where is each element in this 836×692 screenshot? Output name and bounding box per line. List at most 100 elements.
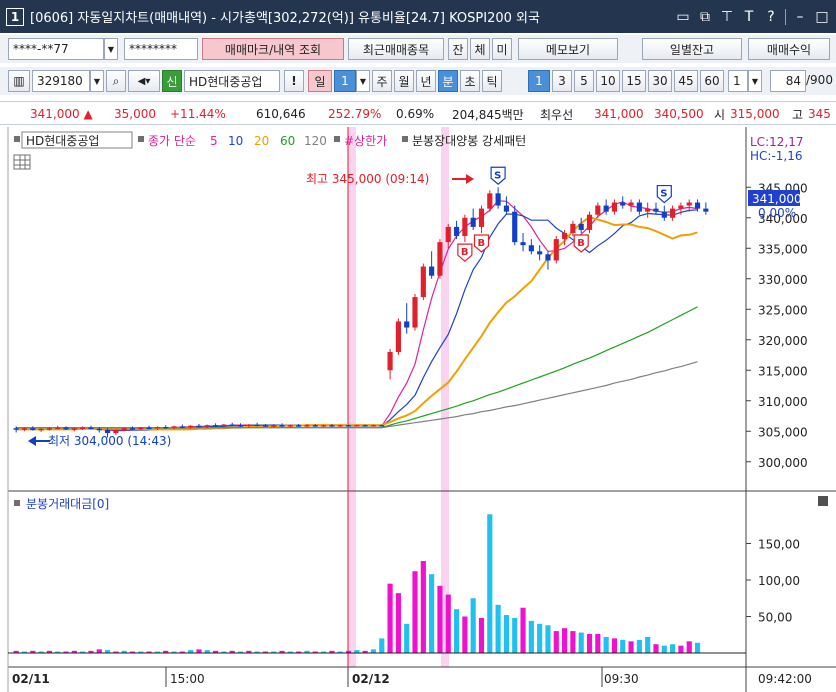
candle-body xyxy=(645,208,651,212)
account-dropdown[interactable]: ▼ xyxy=(104,38,118,60)
copy-icon[interactable]: ⧉ xyxy=(697,9,713,25)
count-field[interactable]: 1 xyxy=(728,70,748,92)
legend-stock-name: HD현대중공업 xyxy=(26,134,99,148)
period-day-button[interactable]: 일 xyxy=(308,70,332,92)
x-label-0930: 09:30 xyxy=(604,672,639,686)
period-year-button[interactable]: 년 xyxy=(416,70,436,92)
stock-code-field[interactable]: 329180 xyxy=(32,70,90,92)
candle-body xyxy=(196,425,202,428)
legend-ma-5: 5 xyxy=(210,134,218,148)
interval-3-button[interactable]: 3 xyxy=(552,70,572,92)
help-icon[interactable]: ? xyxy=(763,9,779,25)
price-change-percent: +11.44% xyxy=(170,107,226,121)
candle-body xyxy=(179,426,185,428)
minimize-icon[interactable]: – xyxy=(792,9,808,25)
interval-30-button[interactable]: 30 xyxy=(648,70,672,92)
window-number-badge[interactable]: 1 xyxy=(6,7,24,26)
interval-15-button[interactable]: 15 xyxy=(622,70,646,92)
text-icon[interactable]: T xyxy=(741,9,757,25)
stock-name-field: HD현대중공업 xyxy=(184,70,280,92)
interval-60-button[interactable]: 60 xyxy=(700,70,724,92)
layout-icon[interactable]: ▥ xyxy=(8,70,30,92)
volume-bar xyxy=(462,616,468,653)
volume-bar xyxy=(628,641,634,653)
balance-button[interactable]: 잔 xyxy=(448,38,468,60)
window-icon[interactable]: ▭ xyxy=(675,9,691,25)
stock-code-dropdown[interactable]: ▼ xyxy=(90,70,104,92)
interval-10-button[interactable]: 10 xyxy=(596,70,620,92)
chart-toolbar: ▥ 329180 ▼ ⌕ ◀▾ 신 HD현대중공업 ! 일 1 ▼ 주 월 년 … xyxy=(0,67,836,95)
interval-45-button[interactable]: 45 xyxy=(674,70,698,92)
maximize-icon[interactable]: □ xyxy=(814,9,830,25)
period-tick-button[interactable]: 틱 xyxy=(482,70,502,92)
page-field[interactable]: 84 xyxy=(770,70,806,92)
candle-body xyxy=(462,217,468,237)
alert-button[interactable]: ! xyxy=(284,70,304,92)
volume-bar xyxy=(645,636,651,653)
price-tick-label: 300,000 xyxy=(758,456,808,470)
candle-body xyxy=(362,425,368,427)
candle-body xyxy=(237,425,244,427)
count-dropdown[interactable]: ▼ xyxy=(748,70,762,92)
price-tick-label: 310,000 xyxy=(758,395,808,409)
period-value-dropdown[interactable]: ▼ xyxy=(356,70,370,92)
legend-limit-up: #상한가 xyxy=(344,134,387,148)
period-week-button[interactable]: 주 xyxy=(372,70,392,92)
candle-body xyxy=(171,426,177,428)
candle-body xyxy=(478,208,485,227)
candle-body xyxy=(437,242,443,276)
period-month-button[interactable]: 월 xyxy=(394,70,414,92)
candle-body xyxy=(21,428,28,430)
candle-body xyxy=(121,428,127,431)
volume-bar xyxy=(387,583,393,653)
trade-marker-label: B xyxy=(461,247,469,258)
legend-ma-10: 10 xyxy=(228,134,243,148)
new-listing-badge[interactable]: 신 xyxy=(162,70,182,92)
candle-body xyxy=(304,425,310,427)
volume-bar xyxy=(395,593,401,653)
candle-body xyxy=(487,193,493,209)
password-field[interactable]: ******** xyxy=(124,38,198,60)
speaker-icon[interactable]: ◀▾ xyxy=(128,70,160,92)
trade-profit-button[interactable]: 매매수익 xyxy=(748,38,830,60)
chart-canvas[interactable]: HD현대중공업 종가 단순 5 10 20 60 120 #상한가 분봉장대양봉… xyxy=(0,127,836,692)
high-label: 고 xyxy=(792,107,804,122)
candle-body xyxy=(113,430,119,434)
interval-5-button[interactable]: 5 xyxy=(574,70,594,92)
volume-bar xyxy=(603,636,609,653)
candle-body xyxy=(603,205,609,212)
memo-view-button[interactable]: 메모보기 xyxy=(518,38,618,60)
daily-balance-button[interactable]: 일별잔고 xyxy=(642,38,742,60)
candle-body xyxy=(46,428,52,430)
period-second-button[interactable]: 초 xyxy=(460,70,480,92)
volume-value: 610,646 xyxy=(256,107,306,121)
executed-button[interactable]: 체 xyxy=(470,38,490,60)
volume-bar xyxy=(620,639,626,653)
recent-trade-stocks-button[interactable]: 최근매매종목 xyxy=(348,38,444,60)
interval-1-button[interactable]: 1 xyxy=(528,70,550,92)
unexecuted-button[interactable]: 미 xyxy=(492,38,512,60)
candle-body xyxy=(470,217,476,227)
candle-body xyxy=(229,424,235,427)
candle-body xyxy=(138,427,144,430)
volume-ratio: 252.79% xyxy=(328,107,382,121)
search-icon[interactable]: ⌕ xyxy=(106,70,126,92)
candle-body xyxy=(329,425,335,427)
account-field[interactable]: ****-**77 xyxy=(8,38,104,60)
turnover-rate: 0.69% xyxy=(396,107,435,121)
candle-body xyxy=(528,245,534,252)
price-tick-label: 320,000 xyxy=(758,334,808,348)
trade-marker-label: S xyxy=(494,170,501,181)
table-icon[interactable] xyxy=(13,154,31,170)
candle-body xyxy=(404,321,410,328)
best-quote-label: 최우선 xyxy=(540,107,574,122)
price-tick-label: 315,000 xyxy=(758,364,808,378)
period-minute-button[interactable]: 분 xyxy=(438,70,458,92)
candle-body xyxy=(154,426,160,429)
pin-icon[interactable]: ⊤ xyxy=(719,9,735,25)
candle-body xyxy=(670,208,676,218)
candle-body xyxy=(129,428,136,430)
period-value-field[interactable]: 1 xyxy=(334,70,356,92)
close-panel-icon[interactable] xyxy=(818,496,828,506)
trade-mark-query-button[interactable]: 매매마크/내역 조회 xyxy=(202,38,344,60)
